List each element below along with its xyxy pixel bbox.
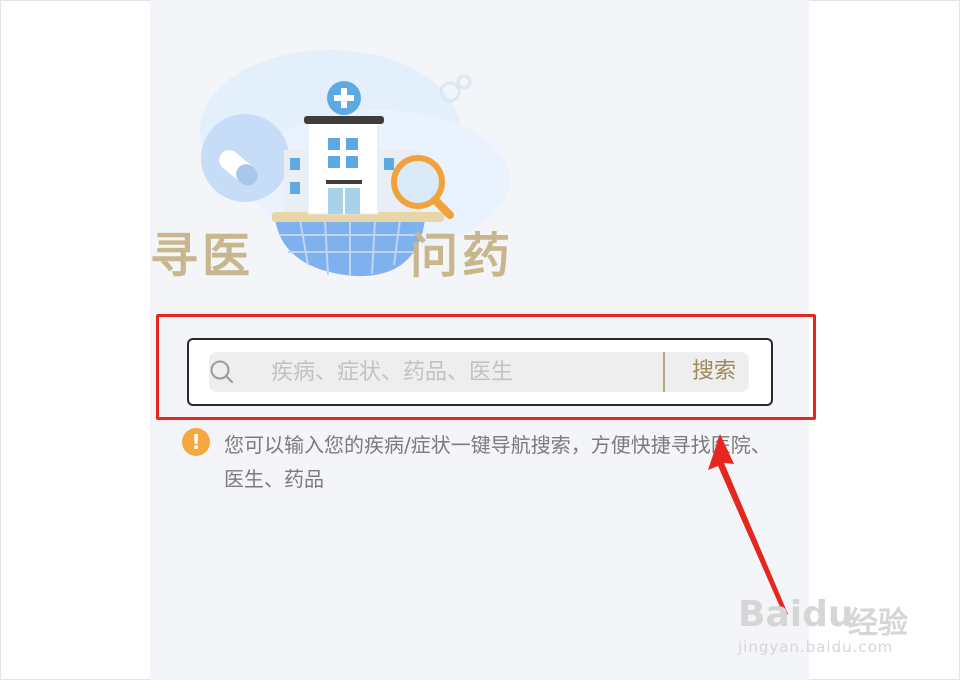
baidu-watermark: Baidu 经验 jingyan.baidu.com bbox=[730, 574, 930, 664]
search-icon bbox=[210, 360, 233, 383]
hero-title-left: 寻医 bbox=[150, 228, 255, 284]
watermark-brand: Baidu bbox=[738, 594, 854, 635]
search-button[interactable]: 搜索 bbox=[679, 352, 749, 392]
tip-text: 您可以输入您的疾病/症状一键导航搜索，方便快捷寻找医院、医生、药品 bbox=[224, 433, 771, 491]
search-container: 搜索 bbox=[187, 338, 773, 406]
hero-title-right: 问药 bbox=[410, 228, 515, 284]
watermark-suffix: 经验 bbox=[848, 606, 908, 641]
search-divider bbox=[663, 352, 665, 392]
hero-illustration: 寻医 问药 bbox=[150, 40, 570, 300]
watermark-url: jingyan.baidu.com bbox=[738, 638, 894, 656]
search-bar[interactable]: 搜索 bbox=[209, 352, 749, 392]
exclamation-icon: ! bbox=[182, 428, 210, 456]
search-input[interactable] bbox=[271, 352, 651, 392]
